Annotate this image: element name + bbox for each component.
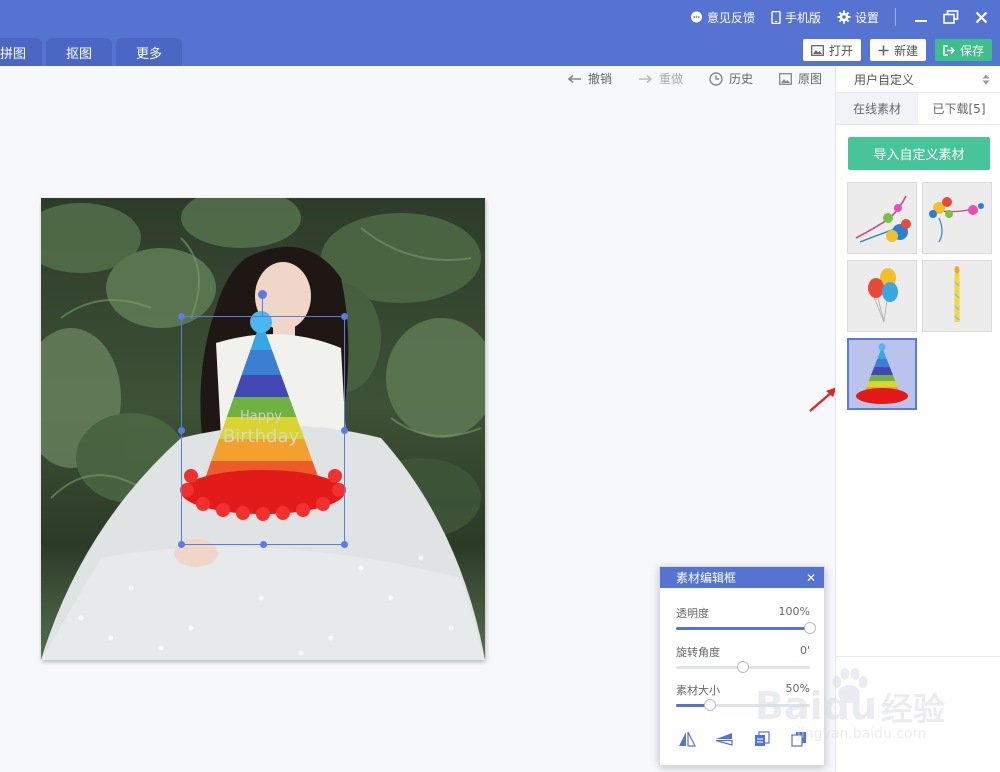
size-slider-knob[interactable] bbox=[703, 699, 716, 711]
tab-cutout[interactable]: 抠图 bbox=[46, 38, 113, 66]
dialog-title: 素材编辑框 bbox=[676, 571, 737, 585]
window-controls-divider bbox=[895, 8, 896, 26]
category-select[interactable]: 用户自定义 bbox=[836, 66, 1000, 93]
gear-icon bbox=[837, 10, 851, 24]
history-button[interactable]: 历史 bbox=[709, 70, 753, 87]
redo-label: 重做 bbox=[658, 72, 683, 86]
open-label: 打开 bbox=[828, 43, 853, 58]
tab-more[interactable]: 更多 bbox=[116, 38, 183, 66]
history-toolbar: 撤销 重做 历史 原图 bbox=[567, 70, 822, 87]
save-label: 保存 bbox=[959, 43, 984, 58]
mobile-link[interactable]: 手机版 bbox=[771, 9, 821, 26]
bring-forward-button[interactable] bbox=[751, 729, 773, 749]
minimize-button[interactable] bbox=[910, 6, 932, 28]
phone-icon bbox=[771, 10, 781, 24]
main-tabs: 拼图 抠图 更多 bbox=[0, 38, 186, 66]
updown-icon bbox=[982, 74, 990, 84]
send-backward-button[interactable] bbox=[788, 729, 810, 749]
panel-tabs: 在线素材 已下载[5] bbox=[836, 93, 1000, 125]
panel-footer-area bbox=[836, 656, 1000, 772]
material-thumb-party-hat[interactable] bbox=[847, 338, 917, 410]
rotation-row: 旋转角度 0' bbox=[676, 644, 810, 673]
restore-button[interactable] bbox=[940, 6, 962, 28]
opacity-row: 透明度 100% bbox=[676, 605, 816, 634]
flip-vertical-icon bbox=[716, 733, 733, 746]
mobile-label: 手机版 bbox=[784, 10, 821, 25]
new-button[interactable]: 新建 bbox=[869, 39, 926, 61]
material-grid bbox=[836, 182, 1000, 410]
history-label: 历史 bbox=[728, 72, 753, 86]
size-row: 素材大小 50% bbox=[676, 682, 810, 711]
material-thumb-balloon-corner-right[interactable] bbox=[922, 182, 992, 254]
title-bar: 意见反馈 手机版 设置 拼图 抠图 更多 打开 新建 保存 bbox=[0, 0, 1000, 66]
feedback-icon bbox=[690, 11, 702, 22]
send-backward-icon bbox=[791, 732, 806, 747]
file-actions: 打开 新建 保存 bbox=[802, 39, 992, 61]
feedback-link[interactable]: 意见反馈 bbox=[690, 9, 755, 26]
undo-label: 撤销 bbox=[587, 72, 612, 86]
rotation-label: 旋转角度 bbox=[676, 646, 720, 659]
dialog-header: 素材编辑框 ✕ bbox=[660, 567, 824, 588]
new-label: 新建 bbox=[893, 43, 918, 58]
export-icon bbox=[943, 44, 955, 56]
bring-forward-icon bbox=[754, 731, 770, 746]
minimize-icon bbox=[915, 20, 927, 22]
size-value: 50% bbox=[785, 682, 810, 695]
tab-collage[interactable]: 拼图 bbox=[0, 38, 43, 66]
size-slider[interactable] bbox=[676, 699, 810, 711]
open-button[interactable]: 打开 bbox=[802, 39, 861, 61]
image-icon bbox=[779, 72, 792, 85]
flip-vertical-button[interactable] bbox=[713, 729, 735, 749]
opacity-label: 透明度 bbox=[676, 607, 709, 620]
material-editor-dialog: 素材编辑框 ✕ 透明度 100% 旋转角度 0' 素材大小 50% bbox=[659, 566, 825, 766]
flip-horizontal-icon bbox=[679, 731, 696, 747]
rotation-slider[interactable] bbox=[676, 661, 810, 673]
svg-text:Birthday: Birthday bbox=[223, 426, 300, 447]
original-button[interactable]: 原图 bbox=[779, 70, 822, 87]
feedback-label: 意见反馈 bbox=[706, 10, 755, 25]
size-label: 素材大小 bbox=[676, 684, 720, 697]
arrow-right-icon bbox=[638, 74, 653, 83]
undo-button[interactable]: 撤销 bbox=[567, 70, 612, 87]
import-custom-material-button[interactable]: 导入自定义素材 bbox=[848, 137, 990, 170]
flip-horizontal-button[interactable] bbox=[676, 729, 698, 749]
settings-label: 设置 bbox=[854, 10, 879, 25]
plus-icon bbox=[878, 45, 889, 55]
restore-icon bbox=[943, 10, 959, 24]
material-thumb-birthday-candle[interactable] bbox=[922, 260, 992, 332]
rotation-slider-knob[interactable] bbox=[737, 661, 749, 673]
save-button[interactable]: 保存 bbox=[934, 39, 992, 61]
arrow-left-icon bbox=[567, 74, 581, 83]
settings-link[interactable]: 设置 bbox=[837, 9, 879, 26]
svg-text:Happy: Happy bbox=[240, 409, 282, 424]
tab-downloaded[interactable]: 已下载[5] bbox=[918, 93, 1000, 124]
opacity-slider-knob[interactable] bbox=[804, 622, 816, 634]
material-panel: 用户自定义 在线素材 已下载[5] 导入自定义素材 bbox=[835, 66, 1000, 772]
opacity-value: 100% bbox=[778, 605, 810, 618]
tab-online-materials[interactable]: 在线素材 bbox=[836, 93, 918, 124]
canvas-photo[interactable]: Happy Birthday bbox=[41, 198, 485, 660]
image-icon bbox=[811, 44, 824, 56]
rotate-handle[interactable] bbox=[258, 290, 267, 299]
material-tools bbox=[676, 729, 810, 749]
category-select-value: 用户自定义 bbox=[854, 72, 915, 87]
rotation-value: 0' bbox=[799, 644, 810, 657]
red-arrow-icon bbox=[809, 387, 837, 412]
top-links: 意见反馈 手机版 设置 bbox=[690, 0, 1000, 34]
rotate-handle-line bbox=[262, 296, 263, 316]
opacity-slider[interactable] bbox=[676, 622, 816, 634]
close-window-button[interactable] bbox=[970, 6, 992, 28]
redo-button[interactable]: 重做 bbox=[638, 70, 683, 87]
close-icon bbox=[975, 11, 987, 23]
dialog-close-icon[interactable]: ✕ bbox=[806, 572, 816, 584]
clock-icon bbox=[709, 71, 723, 86]
material-thumb-balloon-corner-left[interactable] bbox=[847, 182, 917, 254]
original-label: 原图 bbox=[797, 72, 822, 86]
material-thumb-balloon-bunch[interactable] bbox=[847, 260, 917, 332]
